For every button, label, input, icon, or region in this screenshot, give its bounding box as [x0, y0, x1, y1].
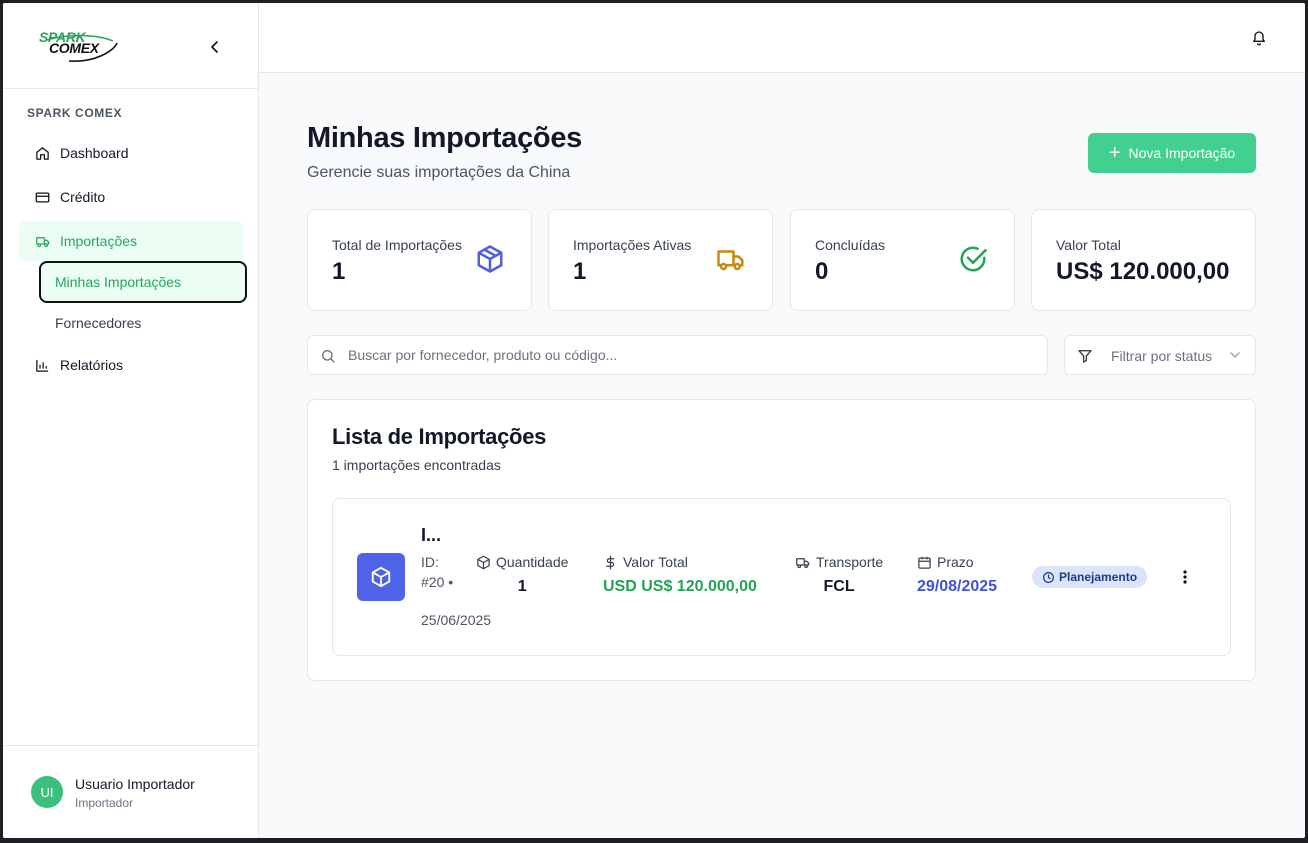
bell-icon: [1253, 31, 1265, 46]
search-icon: [322, 350, 335, 363]
more-vertical-icon: [1183, 570, 1187, 584]
stat-label: Valor Total: [1056, 237, 1121, 253]
stat-value: 1: [332, 258, 346, 285]
stat-card-active: Importações Ativas 1: [548, 209, 773, 311]
transport-value: FCL: [823, 578, 855, 595]
page-title: Minhas Importações: [307, 122, 582, 154]
list-count: 1 importações encontradas: [332, 457, 501, 473]
user-name: Usuario Importador: [75, 776, 195, 792]
check-circle-icon: [960, 246, 987, 272]
truck-icon: [35, 233, 51, 249]
quantity-value: 1: [517, 578, 527, 595]
dollar-icon: [606, 555, 615, 569]
total-value: USD US$ 120.000,00: [603, 578, 757, 595]
sidebar-item-label: Relatórios: [60, 357, 124, 373]
quantity-label: Quantidade: [496, 554, 569, 570]
deadline-value: 29/08/2025: [917, 578, 998, 595]
sidebar-section-label: SPARK COMEX: [27, 106, 123, 120]
status-badge-label: Planejamento: [1059, 570, 1138, 584]
stat-card-total-value: Valor Total US$ 120.000,00: [1031, 209, 1256, 311]
sidebar-item-importacoes[interactable]: Importações: [19, 221, 243, 261]
sidebar-item-label: Dashboard: [60, 145, 129, 161]
import-transport: Transporte FCL: [795, 554, 883, 596]
list-title: Lista de Importações: [332, 424, 547, 449]
plus-icon: +: [1108, 142, 1121, 164]
notifications-button[interactable]: [1251, 29, 1269, 47]
stat-card-completed: Concluídas 0: [790, 209, 1015, 311]
search-input[interactable]: [348, 336, 1038, 374]
stat-value: 1: [573, 258, 587, 285]
package-icon: [477, 245, 503, 273]
sidebar-item-label: Crédito: [60, 189, 106, 205]
deadline-label: Prazo: [937, 554, 974, 570]
package-icon: [477, 555, 490, 569]
user-profile[interactable]: UI Usuario Importador Importador: [3, 745, 259, 838]
truck-icon: [796, 557, 810, 568]
stat-label: Total de Importações: [332, 237, 462, 253]
sidebar: SPARK COMEX SPARK COMEX Dashboard Crédit…: [3, 3, 259, 838]
value-label: Valor Total: [623, 554, 688, 570]
import-row[interactable]: I... ID: #20 • 25/06/2025 Quantidade 1 V…: [332, 498, 1231, 656]
credit-card-icon: [35, 189, 51, 205]
import-quantity: Quantidade 1: [476, 554, 568, 596]
brand-logo[interactable]: SPARK COMEX: [39, 29, 123, 65]
import-id: ID: #20 •: [421, 554, 454, 590]
logo-area: SPARK COMEX: [3, 3, 258, 89]
stat-card-total: Total de Importações 1: [307, 209, 532, 311]
status-filter-select[interactable]: Filtrar por status: [1064, 335, 1256, 375]
sidebar-subitem-fornecedores[interactable]: Fornecedores: [39, 302, 247, 344]
imports-list-card: Lista de Importações 1 importações encon…: [307, 399, 1256, 681]
filter-icon: [1078, 350, 1092, 363]
import-row-icon: [357, 553, 405, 601]
import-deadline: Prazo 29/08/2025: [917, 554, 997, 596]
avatar: UI: [31, 776, 63, 808]
bar-chart-icon: [35, 357, 51, 373]
new-import-button[interactable]: + Nova Importação: [1088, 133, 1256, 173]
logo-swoosh-icon: [46, 34, 118, 62]
transport-label: Transporte: [816, 554, 884, 570]
clock-icon: [1043, 571, 1054, 583]
sidebar-item-credito[interactable]: Crédito: [19, 177, 243, 217]
page-subtitle: Gerencie suas importações da China: [307, 164, 571, 181]
chevron-left-icon: [211, 41, 218, 53]
home-icon: [35, 145, 51, 161]
truck-icon: [717, 250, 744, 271]
user-role: Importador: [75, 796, 134, 810]
search-box: [307, 335, 1048, 375]
stat-value: 0: [815, 258, 829, 285]
new-import-button-label: Nova Importação: [1128, 145, 1236, 161]
stat-label: Concluídas: [815, 237, 886, 253]
sidebar-subitem-label: Fornecedores: [55, 315, 142, 331]
sidebar-subitem-minhas-importacoes[interactable]: Minhas Importações: [39, 261, 247, 303]
row-actions-button[interactable]: [1179, 566, 1191, 588]
app-window: SPARK COMEX SPARK COMEX Dashboard Crédit…: [3, 3, 1305, 838]
sidebar-subitem-label: Minhas Importações: [55, 274, 182, 290]
import-name: I...: [421, 525, 442, 545]
stat-value: US$ 120.000,00: [1056, 258, 1230, 285]
collapse-sidebar-button[interactable]: [205, 37, 225, 57]
chevron-down-icon: [1230, 352, 1240, 359]
stat-label: Importações Ativas: [573, 237, 692, 253]
sidebar-item-relatorios[interactable]: Relatórios: [19, 345, 243, 385]
sidebar-item-dashboard[interactable]: Dashboard: [19, 133, 243, 173]
calendar-icon: [918, 556, 931, 569]
import-date: 25/06/2025: [421, 612, 492, 628]
package-icon: [371, 566, 391, 588]
sidebar-item-label: Importações: [60, 233, 138, 249]
top-bar: [259, 3, 1305, 73]
import-total-value: Valor Total USD US$ 120.000,00: [603, 554, 757, 596]
status-badge: Planejamento: [1032, 566, 1148, 588]
status-filter-label: Filtrar por status: [1111, 348, 1213, 364]
